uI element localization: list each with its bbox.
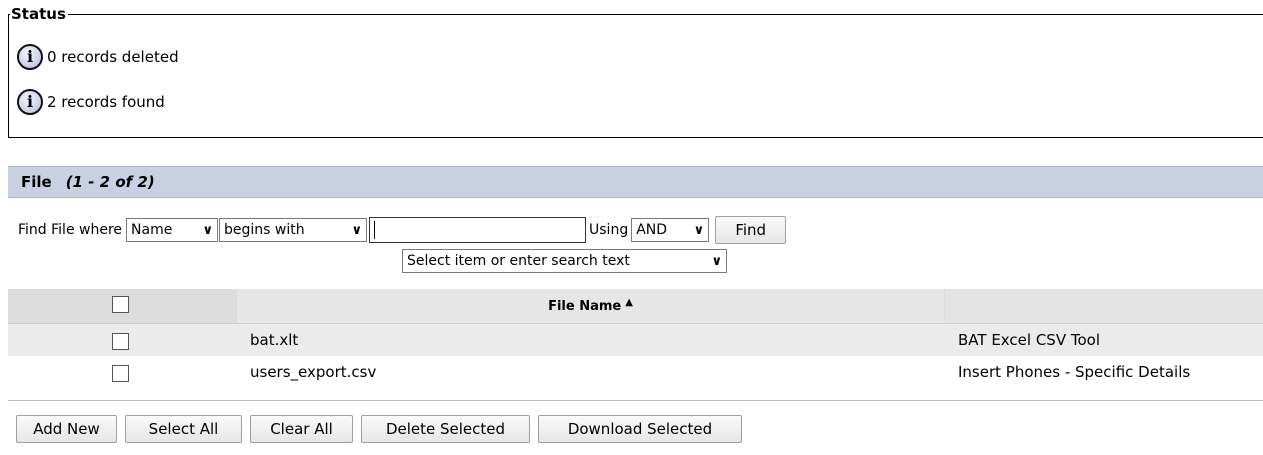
logic-select[interactable]: AND ∨ (631, 218, 710, 242)
status-legend: Status (10, 5, 68, 23)
sort-ascending-icon: ▲ (625, 296, 633, 308)
row-checkbox[interactable] (112, 333, 129, 350)
file-table: File Name ▲ bat.xlt BAT Excel CSV Tool u… (8, 289, 1263, 388)
status-text: 0 records deleted (47, 48, 179, 66)
search-input[interactable] (369, 217, 587, 243)
download-selected-button[interactable]: Download Selected (538, 415, 742, 443)
table-row: bat.xlt BAT Excel CSV Tool (8, 324, 1263, 356)
file-name-link[interactable]: users_export.csv (250, 356, 376, 388)
file-description: BAT Excel CSV Tool (958, 331, 1100, 349)
row-checkbox[interactable] (112, 365, 129, 382)
using-label: Using (589, 222, 629, 238)
table-row: users_export.csv Insert Phones - Specifi… (8, 356, 1263, 388)
info-icon: i (17, 89, 43, 115)
status-message-found: i 2 records found (17, 89, 165, 115)
operator-select-value: begins with (224, 222, 305, 238)
status-message-deleted: i 0 records deleted (17, 44, 179, 70)
table-header: File Name ▲ (8, 289, 1263, 324)
column-header-label: File Name (548, 298, 622, 314)
delete-selected-button[interactable]: Delete Selected (361, 415, 530, 443)
status-panel: i 0 records deleted i 2 records found (8, 14, 1263, 138)
operator-select[interactable]: begins with ∨ (219, 218, 368, 242)
column-header-file-name[interactable]: File Name ▲ (237, 289, 944, 323)
chevron-down-icon: ∨ (351, 222, 363, 238)
column-header-description (945, 289, 1263, 323)
file-section-header: File (1 - 2 of 2) (8, 166, 1263, 198)
file-name-link[interactable]: bat.xlt (250, 324, 298, 356)
find-button[interactable]: Find (715, 216, 787, 244)
chevron-down-icon: ∨ (202, 222, 214, 238)
action-buttons: Add New Select All Clear All Delete Sele… (16, 415, 742, 443)
find-row: Find File where Name ∨ begins with ∨ Usi… (18, 216, 787, 244)
search-hint-value: Select item or enter search text (407, 253, 630, 269)
info-icon: i (17, 44, 43, 70)
record-count: (1 - 2 of 2) (65, 173, 155, 191)
logic-select-value: AND (636, 222, 668, 238)
text-caret (374, 221, 376, 239)
chevron-down-icon: ∨ (711, 253, 722, 269)
search-hint-select[interactable]: Select item or enter search text ∨ (402, 249, 727, 273)
select-all-button[interactable]: Select All (125, 415, 242, 443)
action-bar: Add New Select All Clear All Delete Sele… (8, 400, 1263, 455)
header-select-cell (8, 289, 233, 323)
chevron-down-icon: ∨ (693, 222, 705, 238)
file-description: Insert Phones - Specific Details (958, 363, 1191, 381)
select-all-checkbox[interactable] (112, 296, 129, 313)
status-text: 2 records found (47, 93, 165, 111)
field-select[interactable]: Name ∨ (126, 218, 219, 242)
section-title: File (21, 173, 52, 191)
find-label: Find File where (18, 222, 123, 238)
field-select-value: Name (131, 222, 173, 238)
clear-all-button[interactable]: Clear All (250, 415, 353, 443)
add-new-button[interactable]: Add New (16, 415, 117, 443)
